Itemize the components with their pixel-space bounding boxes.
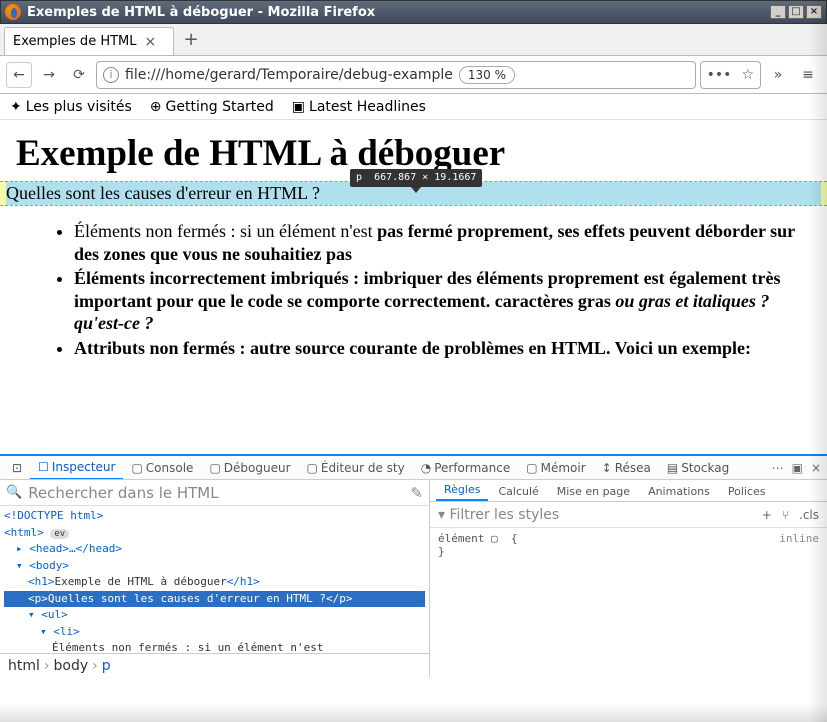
devtools-dock-icon[interactable]: ▣ bbox=[792, 461, 803, 475]
tab-network[interactable]: ↕ Résea bbox=[594, 456, 659, 480]
tab-memory[interactable]: ▢ Mémoir bbox=[518, 456, 593, 480]
rss-icon: ▣ bbox=[292, 99, 305, 115]
list-item: Attributs non fermés : autre source cour… bbox=[74, 337, 811, 360]
info-icon[interactable]: i bbox=[103, 67, 119, 83]
nav-toolbar: ← → ⟳ i file:///home/gerard/Temporaire/d… bbox=[0, 56, 827, 94]
devtools-close-icon[interactable]: × bbox=[811, 461, 821, 475]
tab-console[interactable]: ▢ Console bbox=[123, 456, 201, 480]
url-bar[interactable]: i file:///home/gerard/Temporaire/debug-e… bbox=[96, 61, 696, 89]
devtools-tabstrip: ⊡ ☐ Inspecteur ▢ Console ▢ Débogueur ▢ É… bbox=[0, 456, 827, 480]
tab-inspector[interactable]: ☐ Inspecteur bbox=[30, 456, 123, 480]
devtools-options-icon[interactable]: ⋯ bbox=[772, 461, 784, 475]
bookmarks-toolbar: ✦Les plus visités ⊕Getting Started ▣Late… bbox=[0, 94, 827, 120]
forward-button[interactable]: → bbox=[36, 62, 62, 88]
tab-style-editor[interactable]: ▢ Éditeur de sty bbox=[299, 456, 413, 480]
search-icon: 🔍 bbox=[6, 485, 22, 500]
page-actions: ••• ☆ bbox=[700, 61, 761, 89]
globe-icon: ⊕ bbox=[150, 99, 162, 115]
rtab-rules[interactable]: Règles bbox=[436, 480, 488, 501]
rtab-fonts[interactable]: Polices bbox=[720, 482, 774, 501]
add-rule-button[interactable]: + bbox=[762, 508, 772, 522]
funnel-icon: ▾ bbox=[438, 507, 445, 523]
rtab-layout[interactable]: Mise en page bbox=[549, 482, 638, 501]
selected-node: <p>Quelles sont les causes d'erreur en H… bbox=[4, 591, 425, 608]
firefox-icon bbox=[5, 4, 21, 20]
tab-storage[interactable]: ▤ Stockag bbox=[659, 456, 737, 480]
overflow-button[interactable]: » bbox=[765, 62, 791, 88]
devtools-panel: ⊡ ☐ Inspecteur ▢ Console ▢ Débogueur ▢ É… bbox=[0, 454, 827, 677]
bookmark-getting-started[interactable]: ⊕Getting Started bbox=[150, 99, 274, 115]
tab-debugger[interactable]: ▢ Débogueur bbox=[201, 456, 298, 480]
more-icon[interactable]: ••• bbox=[707, 67, 732, 83]
rules-tabstrip: Règles Calculé Mise en page Animations P… bbox=[430, 480, 827, 502]
search-placeholder: Rechercher dans le HTML bbox=[28, 484, 218, 502]
bookmark-most-visited[interactable]: ✦Les plus visités bbox=[10, 99, 132, 115]
rtab-animations[interactable]: Animations bbox=[640, 482, 718, 501]
reload-button[interactable]: ⟳ bbox=[66, 62, 92, 88]
bookmark-latest-headlines[interactable]: ▣Latest Headlines bbox=[292, 99, 426, 115]
tab-label: Exemples de HTML bbox=[13, 34, 137, 49]
list-item: Éléments non fermés : si un élément n'es… bbox=[74, 220, 811, 265]
star-icon: ✦ bbox=[10, 99, 22, 115]
tab-strip: Exemples de HTML × + bbox=[0, 24, 827, 56]
pseudo-button[interactable]: ⑂ bbox=[782, 508, 789, 522]
zoom-badge[interactable]: 130 % bbox=[459, 66, 515, 84]
browser-tab[interactable]: Exemples de HTML × bbox=[4, 27, 174, 55]
inspector-rules-pane: Règles Calculé Mise en page Animations P… bbox=[430, 480, 827, 677]
back-button[interactable]: ← bbox=[6, 62, 32, 88]
list-item: Éléments incorrectement imbriqués : imbr… bbox=[74, 267, 811, 335]
menu-button[interactable]: ≡ bbox=[795, 62, 821, 88]
close-icon[interactable]: × bbox=[145, 34, 157, 50]
markup-search[interactable]: 🔍 Rechercher dans le HTML ✎ bbox=[0, 480, 429, 506]
styles-filter[interactable]: ▾ Filtrer les styles + ⑂ .cls bbox=[430, 502, 827, 528]
pick-element-button[interactable]: ⊡ bbox=[4, 456, 30, 480]
new-tab-button[interactable]: + bbox=[178, 27, 204, 55]
cls-button[interactable]: .cls bbox=[799, 508, 819, 522]
tab-performance[interactable]: ◔ Performance bbox=[413, 456, 519, 480]
rules-list[interactable]: élément ▢ { inline } bbox=[430, 528, 827, 677]
rtab-computed[interactable]: Calculé bbox=[490, 482, 546, 501]
window-title: Exemples de HTML à déboguer - Mozilla Fi… bbox=[27, 5, 375, 20]
window-minimize-button[interactable]: _ bbox=[770, 5, 786, 19]
breadcrumb[interactable]: html› body› p bbox=[0, 653, 429, 677]
page-content: Exemple de HTML à déboguer Quelles sont … bbox=[0, 120, 827, 454]
inspector-markup-pane: 🔍 Rechercher dans le HTML ✎ <!DOCTYPE ht… bbox=[0, 480, 430, 677]
edit-icon[interactable]: ✎ bbox=[410, 484, 423, 502]
window-close-button[interactable]: × bbox=[806, 5, 822, 19]
window-titlebar: Exemples de HTML à déboguer - Mozilla Fi… bbox=[0, 0, 827, 24]
page-list: Éléments non fermés : si un élément n'es… bbox=[74, 220, 811, 359]
url-text: file:///home/gerard/Temporaire/debug-exa… bbox=[125, 67, 453, 83]
dom-tree[interactable]: <!DOCTYPE html> <html> ev ▸ <head>…</hea… bbox=[0, 506, 429, 653]
dimensions-tooltip: p 667.867 × 19.1667 bbox=[350, 169, 482, 187]
window-maximize-button[interactable]: □ bbox=[788, 5, 804, 19]
bookmark-icon[interactable]: ☆ bbox=[741, 67, 754, 83]
